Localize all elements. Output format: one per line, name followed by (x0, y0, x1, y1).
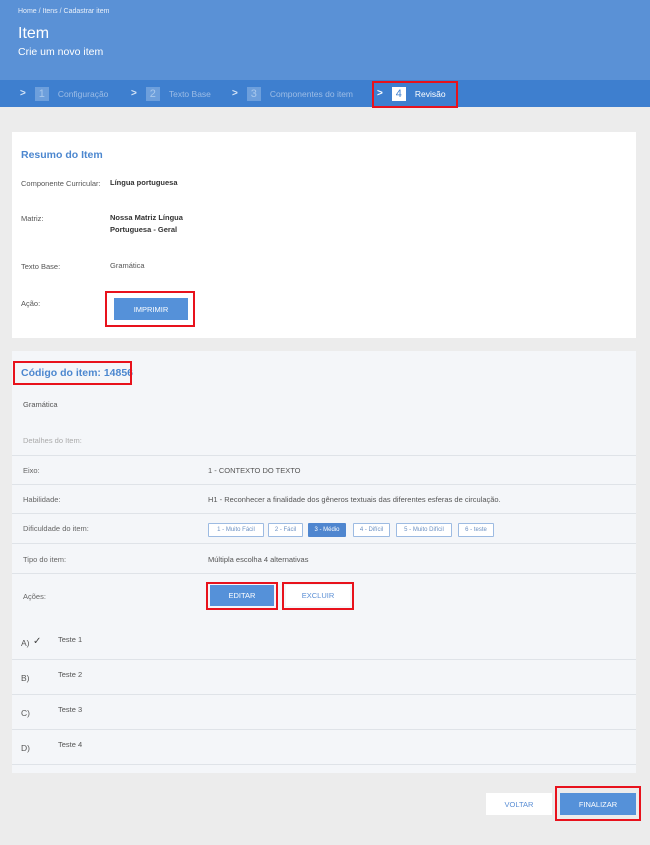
step-number: 2 (145, 86, 160, 101)
step-number: 3 (246, 86, 261, 101)
eixo-label: Eixo: (23, 466, 40, 475)
wizard-steps: > 1 Configuração > 2 Texto Base > 3 Comp… (0, 80, 650, 107)
alternative-letter: B) (21, 673, 30, 683)
alternative-row-b[interactable]: B) Teste 2 (12, 660, 636, 695)
step-label: Texto Base (168, 88, 211, 99)
matriz-label: Matriz: (21, 214, 44, 223)
step-configuracao[interactable]: > 1 Configuração (20, 86, 108, 101)
acao-label: Ação: (21, 299, 41, 308)
habilidade-label: Habilidade: (23, 495, 61, 504)
highlight-box-finalizar (555, 786, 641, 821)
page-header: Home / Itens / Cadastrar item Item Crie … (0, 0, 650, 80)
dificuldade-option[interactable]: 2 - Fácil (268, 523, 303, 537)
item-subject: Gramática (23, 400, 58, 409)
dificuldade-option[interactable]: 5 - Muito Difícil (396, 523, 452, 537)
componente-label: Componente Curricular: (21, 179, 101, 188)
chevron-right-icon: > (20, 88, 26, 99)
highlight-box-revisao (372, 81, 458, 108)
alternative-letter: D) (21, 743, 30, 753)
habilidade-value: H1 - Reconhecer a finalidade dos gêneros… (208, 495, 501, 504)
texto-base-value: Gramática (110, 261, 145, 270)
eixo-row: Eixo: 1 - CONTEXTO DO TEXTO (12, 455, 636, 485)
eixo-value: 1 - CONTEXTO DO TEXTO (208, 466, 301, 475)
componente-value: Língua portuguesa (110, 178, 178, 187)
step-componentes[interactable]: > 3 Componentes do item (232, 86, 353, 101)
chevron-right-icon: > (232, 88, 238, 99)
step-number: 1 (34, 86, 49, 101)
breadcrumb[interactable]: Home / Itens / Cadastrar item (18, 8, 109, 15)
highlight-box-imprimir (105, 291, 195, 327)
step-texto-base[interactable]: > 2 Texto Base (131, 86, 211, 101)
voltar-button[interactable]: VOLTAR (486, 793, 552, 815)
alternative-row-d[interactable]: D) Teste 4 (12, 730, 636, 765)
resumo-title: Resumo do Item (21, 149, 103, 161)
matriz-value-line2: Portuguesa - Geral (110, 225, 178, 234)
detalhes-label: Detalhes do Item: (23, 436, 82, 445)
habilidade-row: Habilidade: H1 - Reconhecer a finalidade… (12, 484, 636, 514)
highlight-box-editar (206, 582, 278, 610)
page-subtitle: Crie um novo item (18, 46, 104, 58)
dificuldade-option[interactable]: 1 - Muito Fácil (208, 523, 264, 537)
tipo-row: Tipo do item: Múltipla escolha 4 alterna… (12, 543, 636, 574)
highlight-box-item-code (13, 361, 132, 385)
dificuldade-option[interactable]: 4 - Difícil (353, 523, 390, 537)
step-label: Componentes do item (269, 88, 354, 99)
alternative-text: Teste 1 (58, 635, 83, 644)
acoes-label: Ações: (23, 592, 46, 601)
dificuldade-option[interactable]: 6 - teste (458, 523, 494, 537)
alternative-text: Teste 4 (58, 740, 83, 749)
dificuldade-option-selected[interactable]: 3 - Médio (308, 523, 346, 537)
matriz-value-line1: Nossa Matriz Língua (110, 213, 183, 222)
alternative-row-a[interactable]: A) ✓ Teste 1 (12, 625, 636, 660)
step-label: Configuração (57, 88, 109, 99)
tipo-label: Tipo do item: (23, 555, 67, 564)
highlight-box-excluir (282, 582, 354, 610)
alternative-text: Teste 2 (58, 670, 83, 679)
dificuldade-row: Dificuldade do item: 1 - Muito Fácil 2 -… (12, 513, 636, 544)
item-card: Código do item: 14856 Gramática Detalhes… (12, 351, 636, 773)
dificuldade-label: Dificuldade do item: (23, 524, 89, 533)
check-icon: ✓ (33, 636, 42, 647)
alternative-letter: A) (21, 638, 30, 648)
texto-base-label: Texto Base: (21, 262, 61, 271)
alternative-letter: C) (21, 708, 30, 718)
page-title: Item (18, 25, 50, 42)
chevron-right-icon: > (131, 88, 137, 99)
alternative-text: Teste 3 (58, 705, 83, 714)
tipo-value: Múltipla escolha 4 alternativas (208, 555, 309, 564)
alternative-row-c[interactable]: C) Teste 3 (12, 695, 636, 730)
